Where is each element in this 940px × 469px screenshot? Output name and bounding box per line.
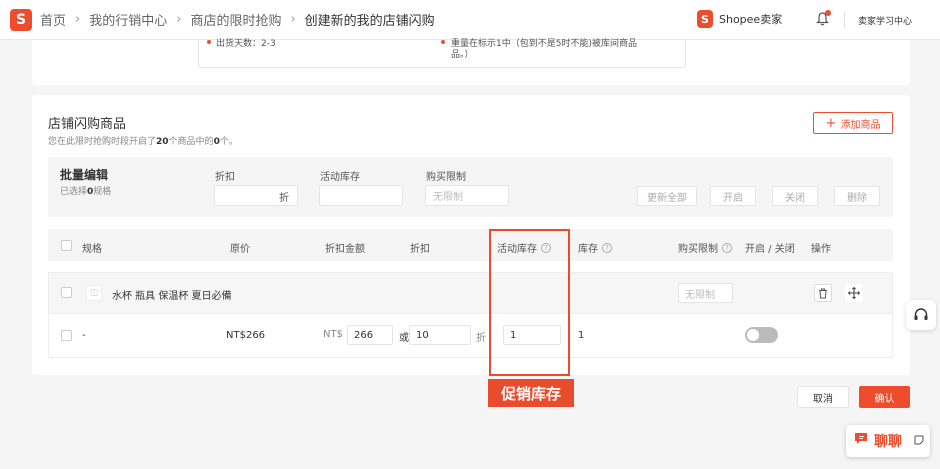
breadcrumb-marketing[interactable]: 我的行销中心	[89, 10, 167, 29]
currency-prefix: NT$	[323, 329, 343, 340]
header-spec: 规格	[82, 244, 102, 255]
header-operations: 操作	[811, 244, 831, 255]
top-navigation: S 首页 › 我的行销中心 › 商店的限时抢购 › 创建新的我的店铺闪购	[0, 0, 940, 40]
product-limit-input[interactable]: 无限制	[678, 283, 733, 303]
product-name: 水杯 瓶具 保温杯 夏日必備	[112, 291, 232, 302]
bullet-icon	[207, 40, 211, 44]
shopee-bag-icon: S	[697, 10, 713, 28]
notification-dot	[825, 10, 831, 16]
discount-price-input[interactable]: 266	[347, 325, 393, 345]
batch-discount-unit: 折	[279, 193, 289, 204]
product-thumbnail: ◫	[86, 285, 102, 301]
chevron-right-icon: ›	[290, 12, 296, 27]
header-original-price: 原价	[230, 244, 250, 255]
help-icon[interactable]: ?	[722, 242, 732, 253]
batch-discount-label: 折扣	[215, 172, 235, 183]
variant-original-price: NT$266	[226, 330, 266, 341]
batch-stock-input[interactable]	[319, 185, 403, 206]
plus-icon: +	[825, 115, 837, 131]
section-title: 店铺闪购商品	[48, 117, 127, 132]
batch-delete-button[interactable]: 删除	[834, 186, 880, 206]
confirm-button[interactable]: 确认	[859, 386, 910, 408]
customer-service-headset-icon[interactable]	[906, 300, 936, 330]
promo-stock-callout: 促销库存	[488, 379, 574, 407]
promo-stock-highlight	[489, 229, 570, 376]
enable-toggle[interactable]	[745, 327, 778, 343]
breadcrumb-current: 创建新的我的店铺闪购	[304, 14, 435, 29]
info-text-right-2: 品。）	[451, 50, 474, 60]
drag-move-icon[interactable]	[845, 284, 863, 302]
header-stock: 库存?	[578, 240, 612, 255]
select-all-checkbox[interactable]	[61, 240, 72, 251]
breadcrumb-home[interactable]: 首页	[40, 10, 66, 29]
discount-input[interactable]: 10	[409, 325, 471, 345]
delete-icon[interactable]	[814, 284, 832, 302]
cancel-button[interactable]: 取消	[797, 386, 849, 408]
variant-checkbox[interactable]	[61, 330, 72, 341]
section-subtitle: 您在此限时抢购时段开启了20个商品中的0个。	[48, 137, 238, 147]
update-all-button[interactable]: 更新全部	[637, 186, 697, 206]
divider	[844, 12, 845, 28]
chat-bubble-icon	[854, 432, 870, 450]
batch-selected-count: 已选择0规格	[60, 187, 112, 197]
batch-limit-label: 购买限制	[426, 172, 466, 183]
notification-bell-icon[interactable]	[812, 9, 832, 29]
header-discount-amount: 折扣金额	[325, 244, 365, 255]
batch-stock-label: 活动库存	[320, 172, 360, 183]
brand-label: Shopee卖家	[719, 13, 783, 26]
variant-stock: 1	[578, 330, 585, 341]
batch-enable-button[interactable]: 开启	[710, 186, 756, 206]
add-product-button[interactable]: + 添加商品	[813, 112, 893, 134]
batch-edit-title: 批量编辑	[60, 168, 109, 182]
breadcrumb-flash-sale[interactable]: 商店的限时抢购	[190, 10, 281, 29]
or-label: 或	[399, 333, 409, 344]
chevron-right-icon: ›	[75, 12, 81, 27]
help-icon[interactable]: ?	[602, 242, 612, 253]
batch-disable-button[interactable]: 关闭	[772, 186, 818, 206]
header-purchase-limit: 购买限制?	[678, 240, 732, 255]
shopee-logo-icon[interactable]: S	[10, 8, 32, 31]
discount-unit: 折	[476, 333, 486, 344]
chat-label: 聊聊	[874, 434, 902, 450]
header-discount: 折扣	[410, 244, 430, 255]
info-text-right: 重量在标示1中（包到不是5时不能)被库间商品	[451, 39, 637, 49]
learning-center-link[interactable]: 卖家学习中心	[858, 14, 912, 27]
header-toggle: 开启 / 关闭	[745, 244, 795, 255]
variant-spec: -	[82, 330, 86, 341]
seller-brand[interactable]: S Shopee卖家	[697, 10, 782, 28]
chevron-right-icon: ›	[176, 12, 182, 27]
chat-widget[interactable]: 聊聊	[846, 425, 930, 457]
batch-limit-input[interactable]: 无限制	[425, 185, 509, 206]
collapse-icon[interactable]	[914, 435, 924, 448]
info-text-left: 出货天数：2-3	[216, 39, 276, 49]
product-checkbox[interactable]	[61, 287, 72, 298]
bullet-icon	[441, 40, 445, 44]
